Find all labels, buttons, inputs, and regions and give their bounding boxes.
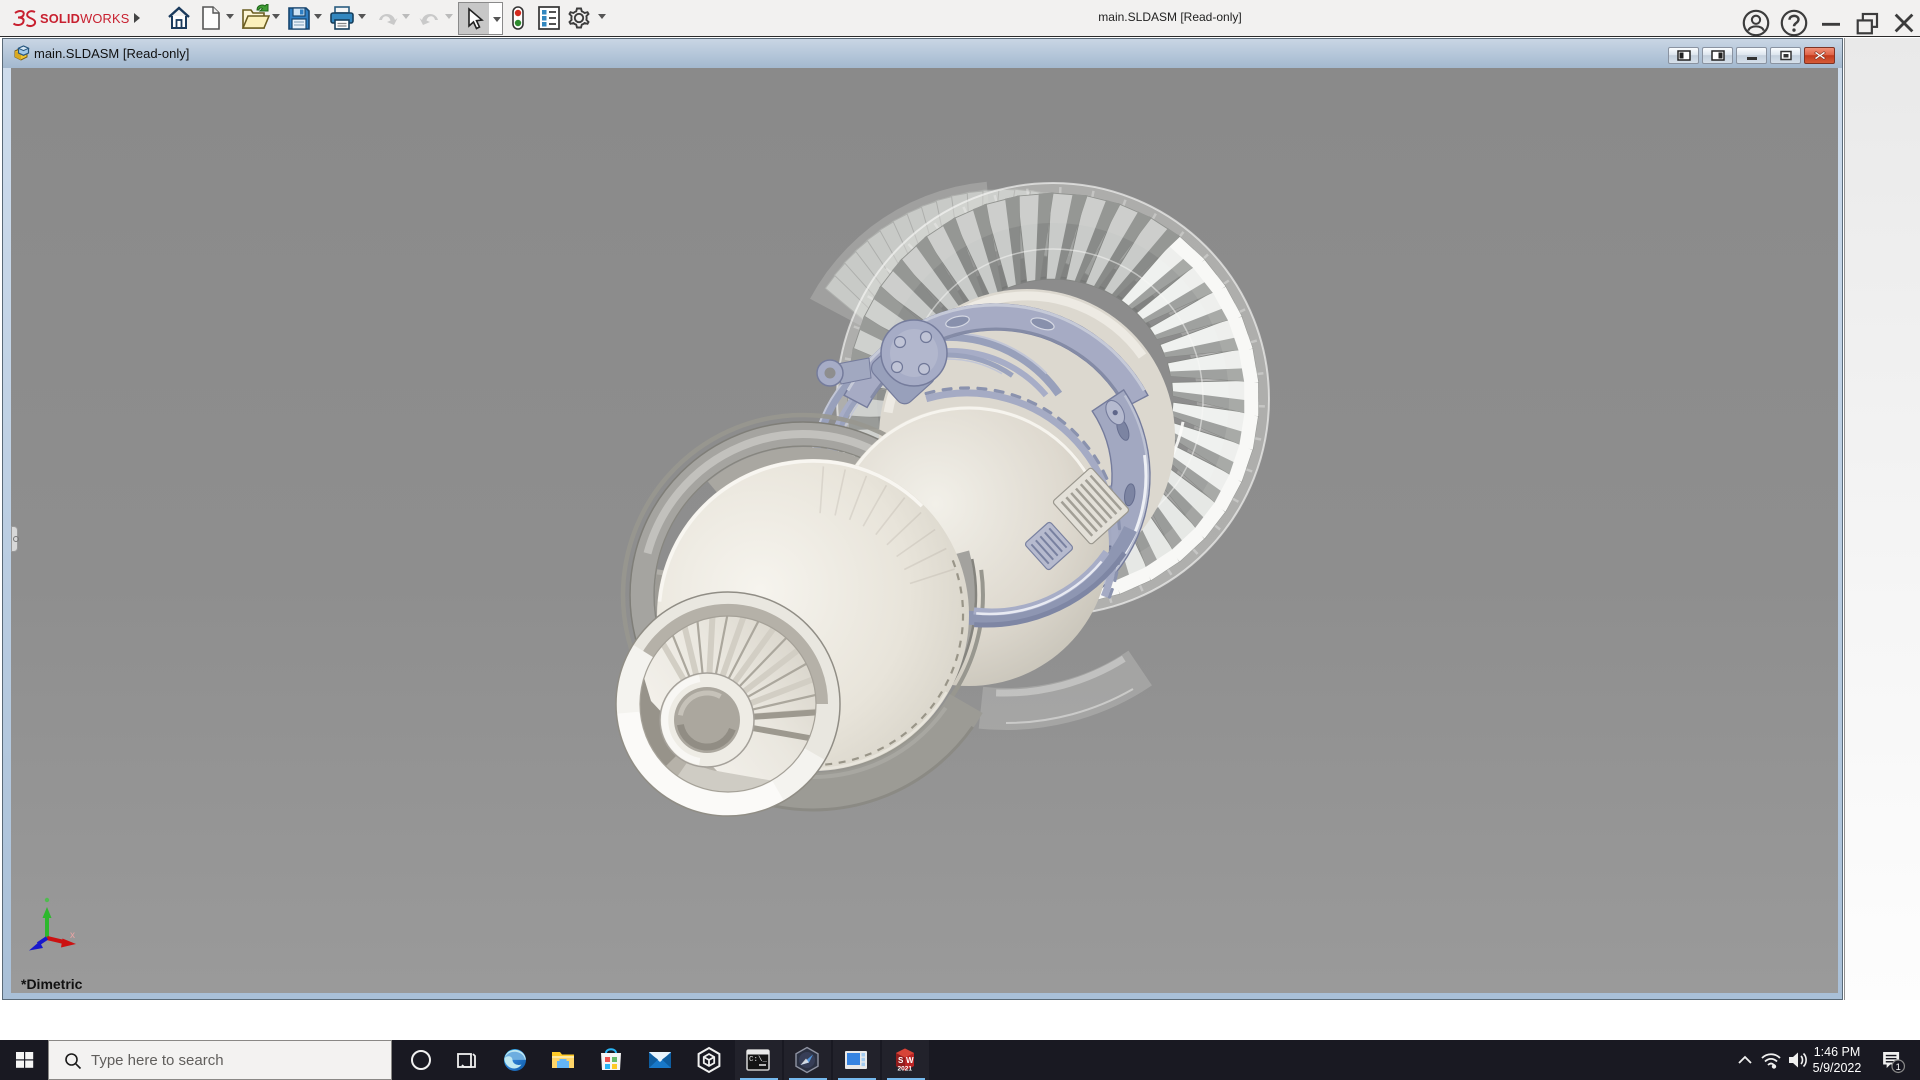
svg-text:1: 1 [1896,1062,1901,1072]
svg-text:SOLIDWORKS: SOLIDWORKS [40,11,129,26]
svg-text:x: x [70,930,75,941]
